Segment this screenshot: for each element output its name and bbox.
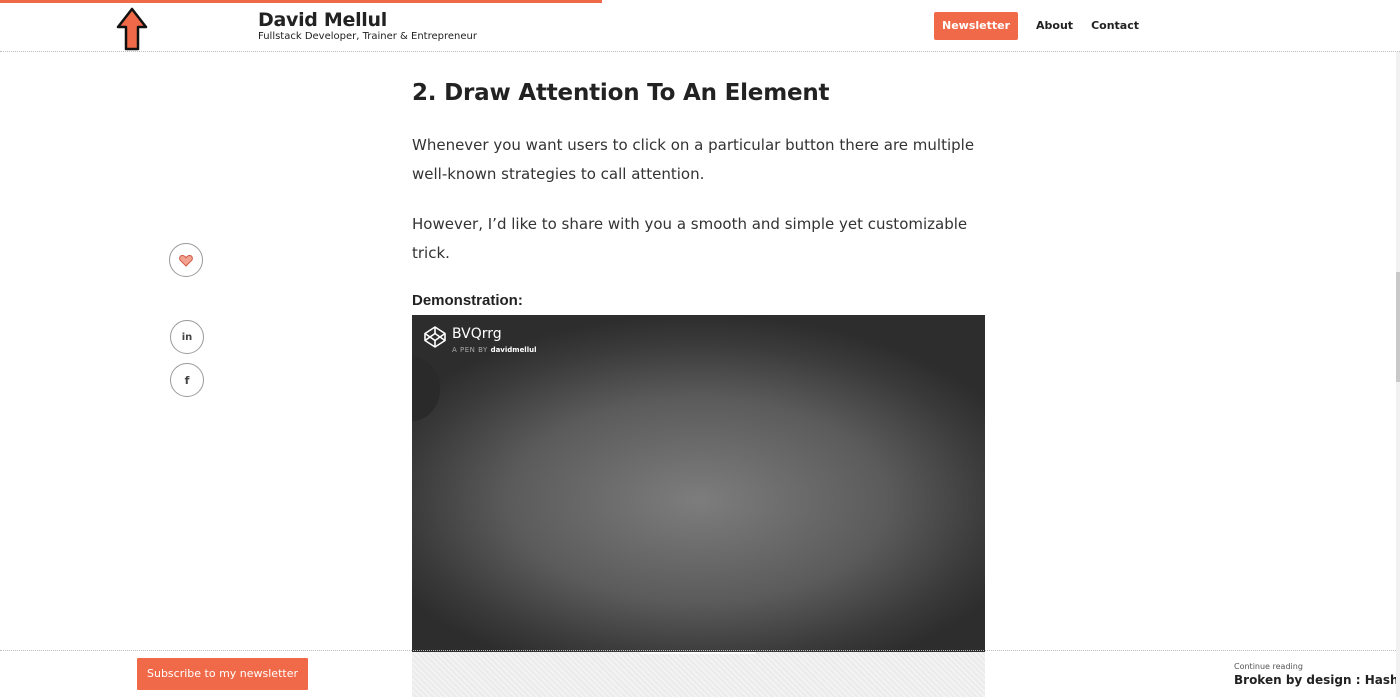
codepen-logo-icon[interactable]	[423, 325, 447, 349]
subscribe-newsletter-button[interactable]: Subscribe to my newsletter	[137, 658, 308, 690]
share-facebook-button[interactable]: f	[170, 363, 204, 397]
pen-title[interactable]: BVQrrg	[452, 326, 502, 342]
demonstration-label: Demonstration:	[412, 292, 523, 309]
nav-newsletter-button[interactable]: Newsletter	[934, 12, 1019, 40]
continue-reading-label: Continue reading	[1234, 662, 1303, 671]
page-scrollbar[interactable]	[1396, 52, 1400, 697]
clap-button[interactable]	[169, 243, 203, 277]
pen-by-label: A PEN BY	[452, 346, 488, 354]
heart-icon	[179, 254, 193, 267]
main-nav: Newsletter About Contact	[934, 12, 1139, 40]
site-tagline: Fullstack Developer, Trainer & Entrepren…	[258, 31, 477, 42]
site-header: David Mellul Fullstack Developer, Traine…	[0, 0, 1400, 52]
article-paragraph: Whenever you want users to click on a pa…	[412, 136, 975, 183]
linkedin-icon: in	[181, 331, 193, 343]
section-heading: 2. Draw Attention To An Element	[412, 80, 830, 106]
next-article-link[interactable]: Broken by design : Hash	[1234, 673, 1399, 687]
nav-contact-link[interactable]: Contact	[1091, 12, 1139, 40]
facebook-icon: f	[184, 373, 190, 387]
article-paragraph: However, I’d like to share with you a sm…	[412, 215, 968, 262]
site-title[interactable]: David Mellul	[258, 9, 387, 31]
scrollbar-thumb[interactable]	[1396, 272, 1400, 382]
up-arrow-icon[interactable]	[116, 7, 148, 51]
demo-circle	[412, 357, 440, 421]
nav-about-link[interactable]: About	[1036, 12, 1073, 40]
codepen-embed[interactable]: BVQrrg A PEN BY davidmellul	[412, 315, 985, 652]
pen-author[interactable]: davidmellul	[491, 346, 537, 354]
pen-author-line: A PEN BY davidmellul	[452, 346, 537, 354]
share-linkedin-button[interactable]: in	[170, 320, 204, 354]
article-content: 2. Draw Attention To An Element Whenever…	[412, 78, 987, 311]
